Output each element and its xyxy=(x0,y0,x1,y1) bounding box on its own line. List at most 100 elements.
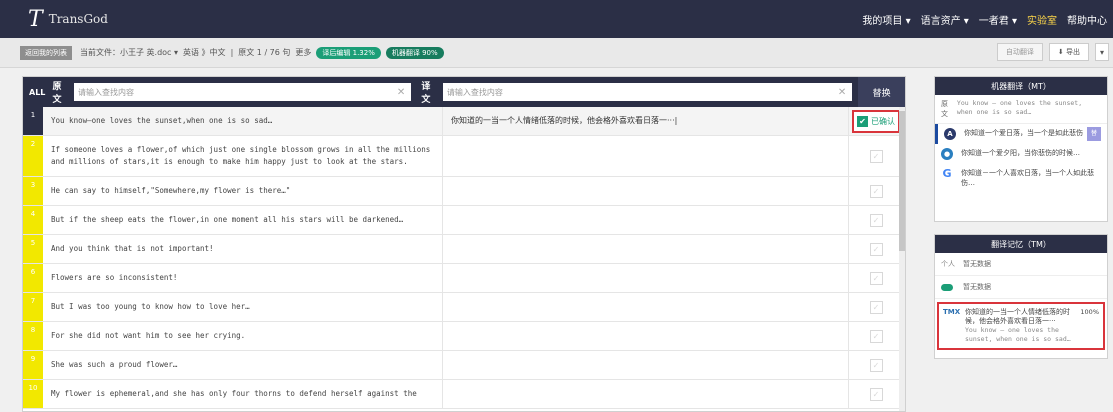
apply-button[interactable]: 替 xyxy=(1086,127,1101,141)
replace-button[interactable]: 替换 xyxy=(858,77,905,107)
segment-row[interactable]: 8 For she did not want him to see her cry… xyxy=(23,322,905,351)
scrollbar-thumb[interactable] xyxy=(899,111,905,251)
confirm-cell: ✓ xyxy=(849,264,903,292)
target-text-editor[interactable] xyxy=(443,351,849,379)
tm-match-target: 你知道的一当一个人情绪低落的时候，他会格外喜欢看日落一··· xyxy=(965,308,1070,325)
segment-row[interactable]: 2 If someone loves a flower,of which just… xyxy=(23,136,905,177)
segment-list: 1 You know—one loves the sunset,when one … xyxy=(23,107,905,409)
current-file-select[interactable]: 当前文件：小王子 英.doc ▾ xyxy=(80,47,178,58)
chevron-down-icon[interactable]: ▾ xyxy=(1095,43,1109,61)
top-header: T TransGod 我的项目 ▾ 语言资产 ▾ 一者君 ▾ 实验室 帮助中心 xyxy=(0,0,1113,38)
tm-match[interactable]: TMX 你知道的一当一个人情绪低落的时候，他会格外喜欢看日落一··· You k… xyxy=(937,302,1105,350)
mt-suggestion-text: 你知道－一个人喜欢日落，当一个人如此悲伤… xyxy=(961,169,1094,187)
nav-language-assets[interactable]: 语言资产 ▾ xyxy=(921,12,969,27)
source-search-input[interactable]: 请输入查找内容 ✕ xyxy=(74,83,412,101)
confirm-cell: ✓ xyxy=(849,351,903,379)
segment-number: 9 xyxy=(23,351,43,379)
translation-memory-panel: 翻译记忆（TM） 个人 暂无数据 暂无数据 TMX 你知道的一当一个人情绪低落的… xyxy=(934,234,1108,359)
clear-icon[interactable]: ✕ xyxy=(397,87,405,98)
all-toggle[interactable]: ALL xyxy=(29,88,48,97)
back-to-list-button[interactable]: 返回我的列表 xyxy=(20,45,72,60)
machine-translation-panel: 机器翻译（MT） 原文 You know — one loves the sun… xyxy=(934,76,1108,222)
confirm-cell: ✓ xyxy=(849,322,903,350)
segment-row[interactable]: 1 You know—one loves the sunset,when one … xyxy=(23,107,905,136)
checkmark-icon: ✔ xyxy=(857,115,868,127)
nav-my-projects[interactable]: 我的项目 ▾ xyxy=(862,12,910,27)
app-logo[interactable]: T TransGod xyxy=(28,7,108,32)
confirm-cell: ✓ xyxy=(849,136,903,176)
segment-counter: 原文 1 / 76 句 xyxy=(238,48,291,57)
confirmed-status[interactable]: ✔ 已确认 xyxy=(852,109,900,133)
confirm-cell: ✓ xyxy=(849,235,903,263)
mt-source-label: 原文 xyxy=(941,100,948,118)
target-text-editor[interactable] xyxy=(443,177,849,205)
target-text-editor[interactable] xyxy=(443,293,849,321)
more-link[interactable]: 更多 xyxy=(295,47,311,58)
tm-match-source: You know — one loves the sunset, when on… xyxy=(965,326,1071,343)
tm-personal-value: 暂无数据 xyxy=(963,260,991,268)
target-search-input[interactable]: 请输入查找内容 ✕ xyxy=(442,83,853,101)
mt-suggestion[interactable]: ● 你知道一个爱夕阳，当你悲伤的时候… xyxy=(935,144,1107,164)
confirm-checkbox[interactable]: ✓ xyxy=(869,242,883,256)
engine-b-icon: ● xyxy=(941,148,953,160)
mt-suggestion[interactable]: G 你知道－一个人喜欢日落，当一个人如此悲伤… xyxy=(935,164,1107,192)
divider: | xyxy=(230,48,234,57)
source-text: But I was too young to know how to love … xyxy=(43,293,443,321)
confirm-cell: ✓ xyxy=(849,293,903,321)
segment-row[interactable]: 5 And you think that is not important! ✓ xyxy=(23,235,905,264)
source-text: If someone loves a flower,of which just … xyxy=(43,136,443,176)
segment-row[interactable]: 6 Flowers are so inconsistent! ✓ xyxy=(23,264,905,293)
target-text-editor[interactable] xyxy=(443,206,849,234)
nav-user-menu[interactable]: 一者君 ▾ xyxy=(979,12,1017,27)
language-pair: 英语 》中文 xyxy=(183,48,226,57)
tm-personal-label: 个人 xyxy=(941,260,955,268)
segment-number: 1 xyxy=(23,107,43,135)
target-text-editor[interactable] xyxy=(443,380,849,408)
confirm-checkbox[interactable]: ✓ xyxy=(869,271,883,285)
confirm-checkbox[interactable]: ✓ xyxy=(869,213,883,227)
target-text-editor[interactable]: 你知道的一当一个人情绪低落的时候，他会格外喜欢看日落一···| xyxy=(443,107,849,135)
auto-translate-button[interactable]: 自动翻译 xyxy=(996,43,1043,61)
confirm-checkbox[interactable]: ✓ xyxy=(869,329,883,343)
nav-help[interactable]: 帮助中心 xyxy=(1067,12,1107,27)
source-text: My flower is ephemeral,and she has only … xyxy=(43,380,443,408)
segment-row[interactable]: 4 But if the sheep eats the flower,in one… xyxy=(23,206,905,235)
mt-suggestion[interactable]: A 你知道一个爱日落，当一个是如此悲伤 替 xyxy=(935,124,1107,144)
confirm-cell: ✓ xyxy=(849,177,903,205)
tm-cloud-value: 暂无数据 xyxy=(963,283,991,291)
segment-number: 2 xyxy=(23,136,43,176)
source-text: He can say to himself,"Somewhere,my flow… xyxy=(43,177,443,205)
segment-row[interactable]: 10 My flower is ephemeral,and she has onl… xyxy=(23,380,905,409)
source-text: And you think that is not important! xyxy=(43,235,443,263)
source-search-placeholder: 请输入查找内容 xyxy=(78,87,135,97)
cloud-icon xyxy=(941,283,953,291)
target-text-editor[interactable] xyxy=(443,322,849,350)
target-text-editor[interactable] xyxy=(443,136,849,176)
engine-a-icon: A xyxy=(944,128,956,140)
confirm-checkbox[interactable]: ✓ xyxy=(869,358,883,372)
segment-number: 7 xyxy=(23,293,43,321)
nav-lab[interactable]: 实验室 xyxy=(1027,12,1057,27)
mt-progress-badge: 机器翻译 90% xyxy=(385,46,444,59)
confirm-checkbox[interactable]: ✓ xyxy=(869,149,883,163)
segment-row[interactable]: 3 He can say to himself,"Somewhere,my flo… xyxy=(23,177,905,206)
source-search-label: 原文 xyxy=(52,82,62,105)
segment-number: 3 xyxy=(23,177,43,205)
segment-number: 8 xyxy=(23,322,43,350)
target-text-editor[interactable] xyxy=(443,235,849,263)
export-button[interactable]: ⬇ 导出 xyxy=(1048,43,1089,61)
confirm-checkbox[interactable]: ✓ xyxy=(869,300,883,314)
file-toolbar: 返回我的列表 当前文件：小王子 英.doc ▾ 英语 》中文 | 原文 1 / … xyxy=(0,38,1113,68)
scrollbar[interactable] xyxy=(899,107,905,411)
mt-source: 原文 You know — one loves the sunset, when… xyxy=(935,95,1107,124)
segment-row[interactable]: 7 But I was too young to know how to love… xyxy=(23,293,905,322)
tm-match-percent: 100% xyxy=(1080,308,1099,316)
tm-panel-title: 翻译记忆（TM） xyxy=(935,235,1107,253)
clear-icon[interactable]: ✕ xyxy=(838,87,846,98)
segment-row[interactable]: 9 She was such a proud flower… ✓ xyxy=(23,351,905,380)
confirm-checkbox[interactable]: ✓ xyxy=(869,184,883,198)
confirm-checkbox[interactable]: ✓ xyxy=(869,387,883,401)
source-text: But if the sheep eats the flower,in one … xyxy=(43,206,443,234)
segment-number: 5 xyxy=(23,235,43,263)
target-text-editor[interactable] xyxy=(443,264,849,292)
